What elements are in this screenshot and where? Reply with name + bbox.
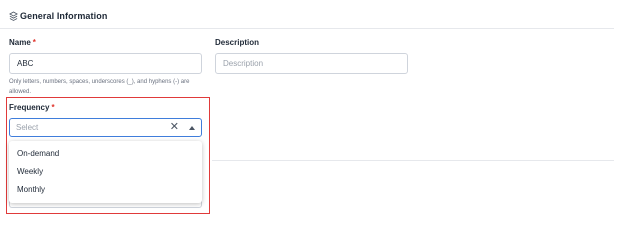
frequency-select[interactable]: Select ✕: [9, 118, 202, 137]
frequency-required-mark: *: [51, 103, 55, 112]
frequency-label: Frequency *: [9, 103, 55, 112]
chevron-up-icon[interactable]: [189, 125, 195, 130]
name-input[interactable]: ABC: [9, 53, 202, 74]
name-input-value: ABC: [17, 59, 34, 68]
description-input[interactable]: Description: [215, 53, 408, 74]
name-hint: Only letters, numbers, spaces, underscor…: [9, 79, 190, 95]
name-required-mark: *: [32, 38, 36, 47]
name-label-text: Name: [9, 38, 31, 47]
section-divider-lower: [212, 160, 614, 161]
clear-icon[interactable]: ✕: [170, 122, 179, 133]
option-monthly[interactable]: Monthly: [17, 185, 45, 194]
frequency-label-text: Frequency: [9, 103, 50, 112]
description-label: Description: [215, 38, 260, 47]
frequency-dropdown-menu: On-demand Weekly Monthly: [9, 141, 202, 203]
section-divider: [0, 28, 614, 29]
layers-icon: [9, 11, 18, 21]
name-label: Name *: [9, 38, 36, 47]
section-title: General Information: [20, 11, 108, 21]
option-weekly[interactable]: Weekly: [17, 167, 43, 176]
description-placeholder: Description: [223, 59, 264, 68]
frequency-placeholder: Select: [16, 123, 39, 132]
option-on-demand[interactable]: On-demand: [17, 149, 59, 158]
